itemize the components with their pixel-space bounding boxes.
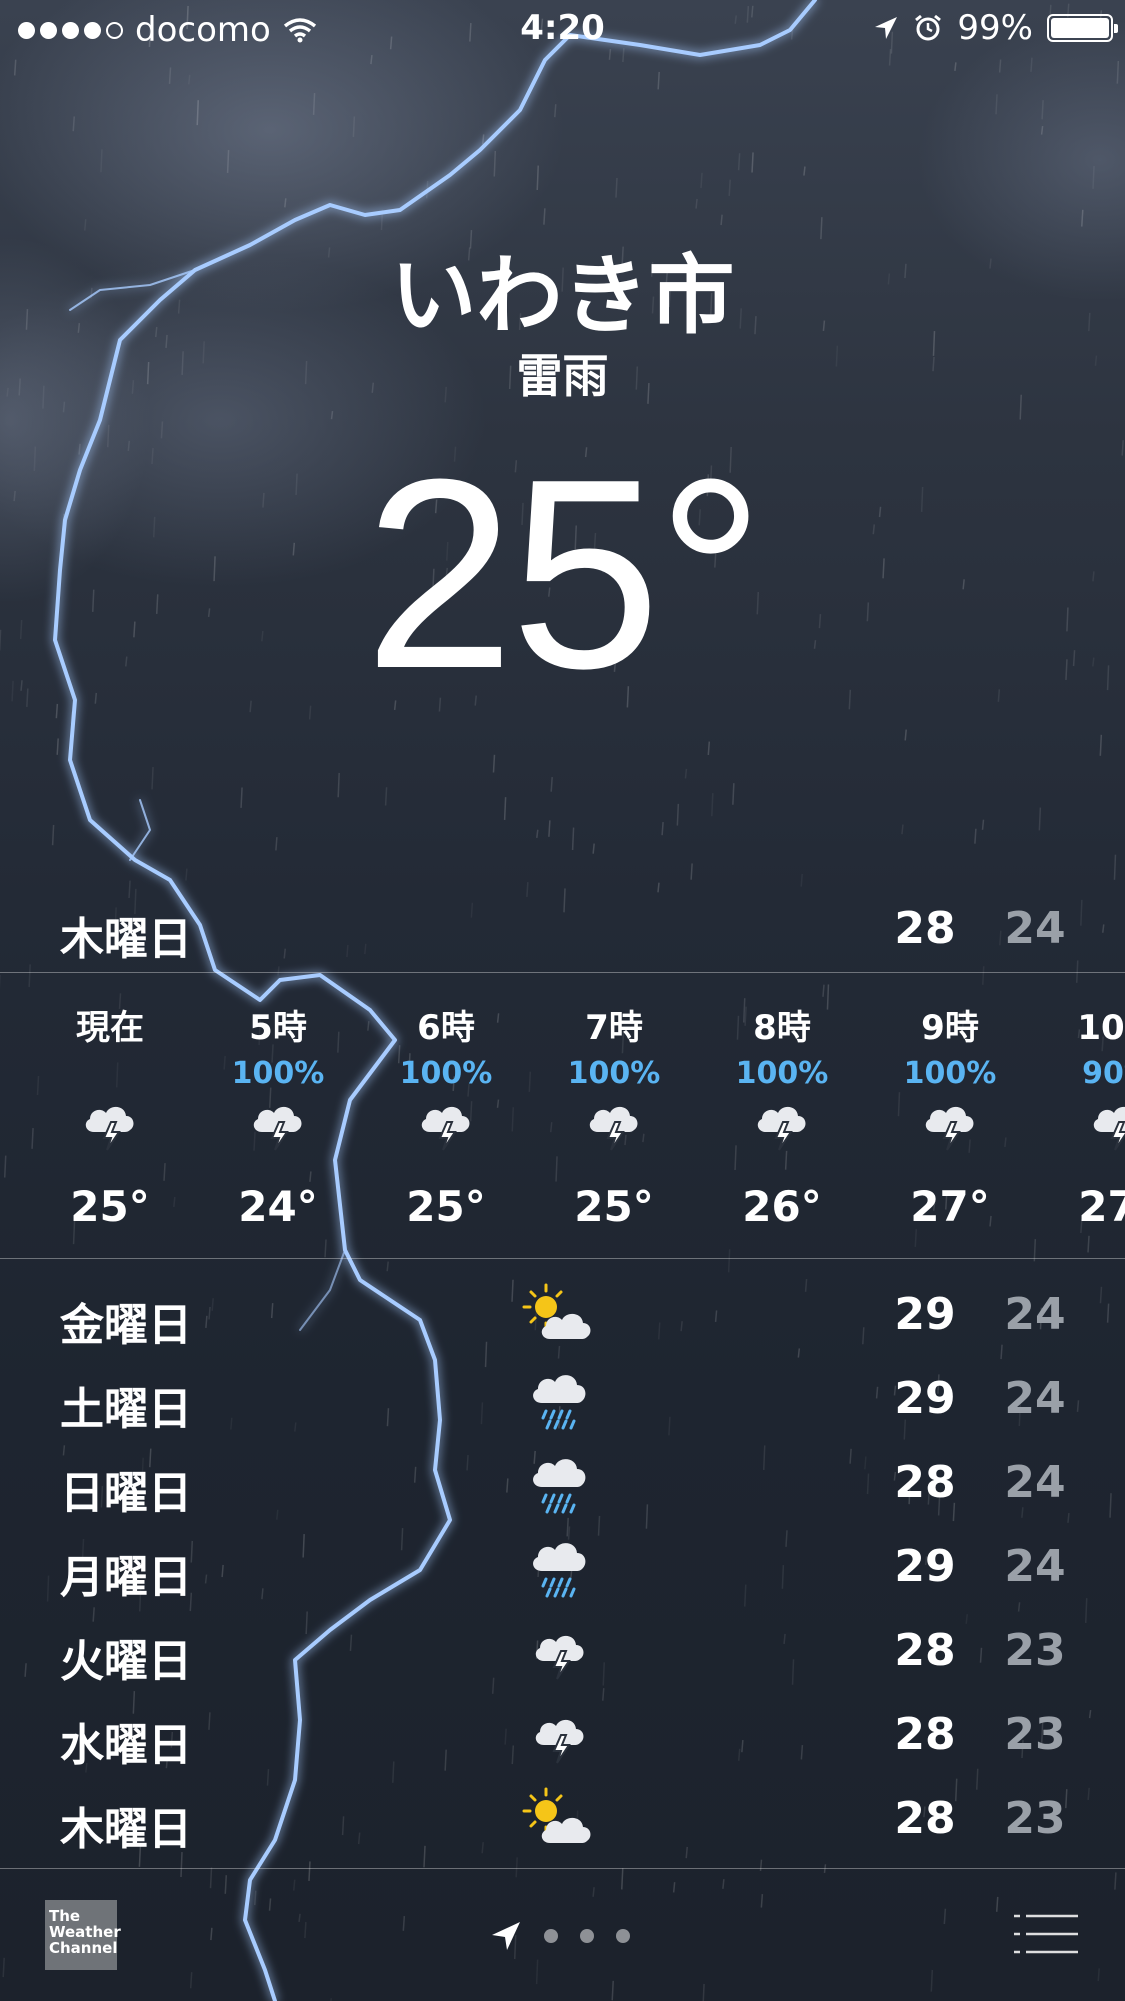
thunderstorm-icon [84, 1105, 135, 1151]
day-high: 29 [894, 1289, 956, 1340]
hour-temp: 25° [70, 1182, 150, 1231]
hour-label: 6時 [417, 1008, 475, 1048]
day-low: 24 [1004, 1289, 1066, 1340]
thunderstorm-icon [420, 1105, 471, 1151]
day-high: 29 [894, 1373, 956, 1424]
location-arrow-icon [492, 1922, 520, 1950]
page-indicator[interactable] [490, 1920, 630, 1952]
precip-chance: 100% [231, 1056, 325, 1091]
hour-temp: 25° [574, 1182, 654, 1231]
page-dot [616, 1929, 630, 1943]
rain-icon [531, 1457, 587, 1514]
status-bar: docomo 4:20 99% [0, 0, 1125, 62]
day-high: 28 [894, 1793, 956, 1844]
weather-condition: 雷雨 [516, 349, 609, 403]
footer-bar: The Weather Channel [0, 1870, 1125, 2001]
weather-channel-logo-button[interactable]: The Weather Channel [45, 1900, 121, 1970]
hour-temp: 24° [238, 1182, 318, 1231]
battery-percentage: 99% [957, 8, 1033, 48]
divider [0, 1868, 1125, 1869]
today-low: 24 [1004, 903, 1066, 954]
daily-row: 金曜日 29 24 [0, 1275, 1125, 1359]
today-day: 木曜日 [60, 914, 192, 965]
hour-label: 8時 [753, 1008, 811, 1048]
hour-label: 9時 [921, 1008, 979, 1048]
alarm-icon [915, 14, 942, 41]
daily-row: 月曜日 29 24 [0, 1527, 1125, 1611]
daily-row: 木曜日 28 23 [0, 1779, 1125, 1863]
city-name: いわき市 [390, 246, 735, 346]
hour-label: 5時 [249, 1008, 307, 1048]
day-name: 土曜日 [60, 1384, 192, 1435]
hour-temp: 26° [742, 1182, 822, 1231]
daily-row: 土曜日 29 24 [0, 1359, 1125, 1443]
precip-chance: 100% [735, 1056, 829, 1091]
daily-row: 水曜日 28 23 [0, 1695, 1125, 1779]
day-low: 24 [1004, 1373, 1066, 1424]
daily-row: 日曜日 28 24 [0, 1443, 1125, 1527]
day-name: 日曜日 [60, 1468, 192, 1519]
thunderstorm-icon [534, 1634, 585, 1680]
day-name: 火曜日 [60, 1636, 192, 1687]
hourly-forecast[interactable]: 現在 25° 5時 100% 24° 6時 100% 25° 7時 100% 2… [0, 972, 1125, 1257]
day-low: 23 [1004, 1709, 1066, 1760]
thunderstorm-icon [756, 1105, 807, 1151]
partly-sunny-icon [522, 1787, 592, 1845]
day-name: 月曜日 [60, 1552, 192, 1603]
page-dot [544, 1929, 558, 1943]
day-high: 28 [894, 1709, 956, 1760]
day-high: 29 [894, 1541, 956, 1592]
day-name: 金曜日 [60, 1300, 192, 1351]
day-low: 23 [1004, 1625, 1066, 1676]
page-dot [580, 1929, 594, 1943]
hour-label: 10時 [1077, 1008, 1125, 1048]
today-row: 木曜日 28 24 [0, 895, 1125, 965]
thunderstorm-icon [534, 1718, 585, 1764]
rain-icon [531, 1373, 587, 1430]
current-temperature: 25° [364, 424, 764, 725]
hour-temp: 25° [406, 1182, 486, 1231]
thunderstorm-icon [924, 1105, 975, 1151]
precip-chance: 100% [567, 1056, 661, 1091]
today-high: 28 [894, 903, 956, 954]
precip-chance: 100% [903, 1056, 997, 1091]
day-low: 24 [1004, 1457, 1066, 1508]
precip-chance: 90% [1082, 1056, 1125, 1091]
daily-row: 火曜日 28 23 [0, 1611, 1125, 1695]
divider [0, 1258, 1125, 1259]
partly-sunny-icon [522, 1283, 592, 1341]
precip-chance: 100% [399, 1056, 493, 1091]
day-high: 28 [894, 1457, 956, 1508]
city-list-icon[interactable] [1012, 1912, 1080, 1956]
hour-label: 7時 [585, 1008, 643, 1048]
day-low: 23 [1004, 1793, 1066, 1844]
day-name: 水曜日 [60, 1720, 192, 1771]
hour-temp: 27° [1078, 1182, 1125, 1231]
day-high: 28 [894, 1625, 956, 1676]
location-arrow-icon [875, 17, 898, 39]
battery-icon [1047, 14, 1118, 42]
rain-icon [531, 1541, 587, 1598]
thunderstorm-icon [588, 1105, 639, 1151]
thunderstorm-icon [1092, 1105, 1125, 1151]
hour-label: 現在 [76, 1008, 144, 1048]
day-low: 24 [1004, 1541, 1066, 1592]
thunderstorm-icon [252, 1105, 303, 1151]
day-name: 木曜日 [60, 1804, 192, 1855]
hour-temp: 27° [910, 1182, 990, 1231]
